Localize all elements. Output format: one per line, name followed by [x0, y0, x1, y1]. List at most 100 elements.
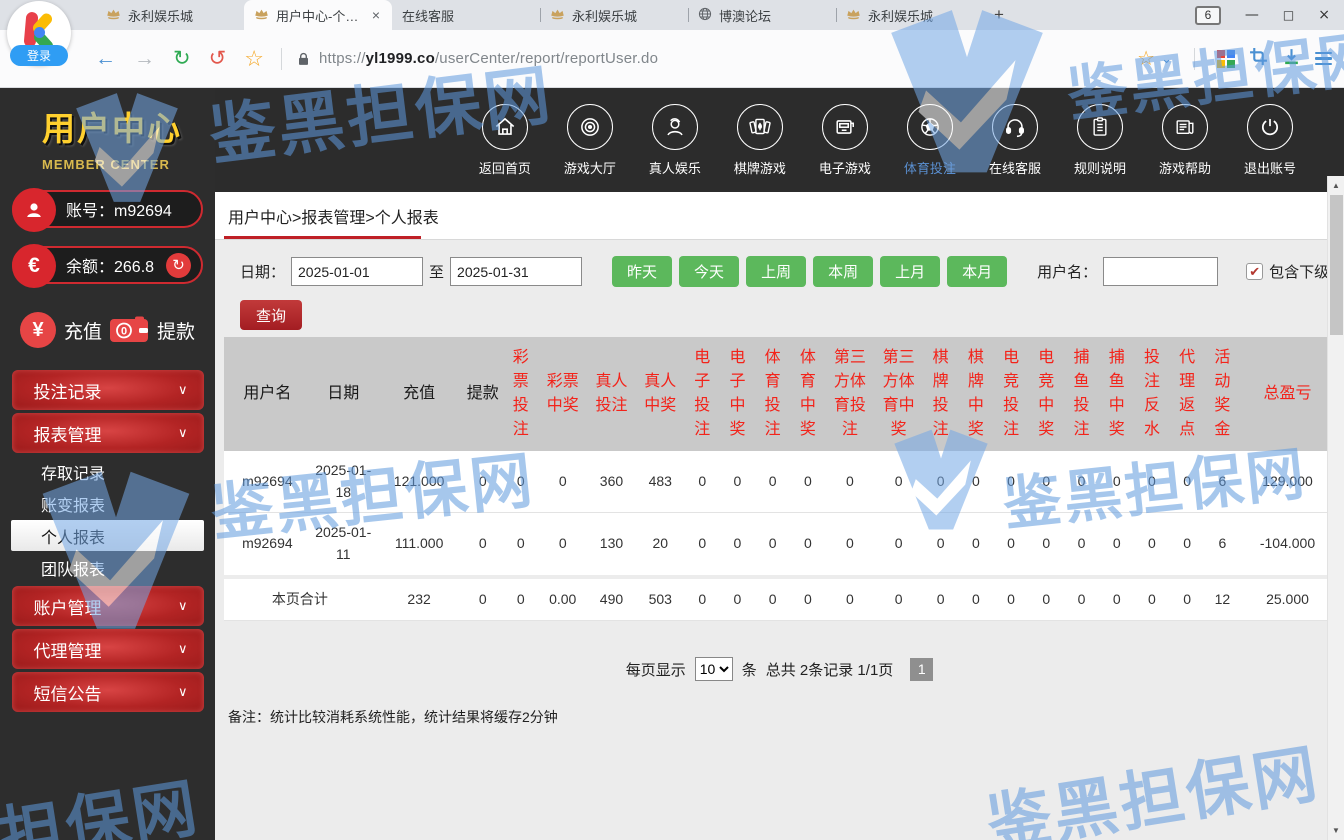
table-cell: 0 — [1099, 513, 1134, 577]
nav-item-help[interactable]: 游戏帮助 — [1159, 104, 1211, 177]
menu-hamburger-icon[interactable] — [1315, 52, 1332, 65]
summary-cell: 0 — [685, 577, 720, 621]
quick-range-button[interactable]: 今天 — [679, 256, 739, 287]
column-header: 充值 — [376, 337, 463, 451]
nav-item-rules[interactable]: 规则说明 — [1074, 104, 1126, 177]
sidebar-menu-2[interactable]: 报表管理∨ — [12, 413, 204, 453]
per-page-select[interactable]: 10 — [695, 657, 733, 681]
quick-range-button[interactable]: 上周 — [746, 256, 806, 287]
sidebar-submenu-item[interactable]: 团队报表 — [11, 552, 204, 583]
screenshot-crop-icon[interactable] — [1249, 47, 1268, 71]
quick-range-button[interactable]: 本月 — [947, 256, 1007, 287]
summary-cell: 0.00 — [538, 577, 587, 621]
per-page-unit: 条 — [742, 659, 757, 680]
table-cell: 0 — [1134, 513, 1169, 577]
nav-item-label: 电子游戏 — [819, 158, 871, 177]
top-navigation: 返回首页游戏大厅真人娱乐棋牌游戏 电子游戏 体育投注在线客服规则说明游戏帮助退出账号 — [215, 88, 1344, 192]
nav-item-live-casino[interactable]: 真人娱乐 — [649, 104, 701, 177]
minimize-button-icon[interactable]: — — [1245, 7, 1259, 23]
new-tab-button[interactable]: + — [984, 0, 1014, 30]
nav-item-card-games[interactable]: 棋牌游戏 — [734, 104, 786, 177]
browser-tab[interactable]: 在线客服 — [392, 0, 540, 30]
summary-cell: 0 — [1134, 577, 1169, 621]
table-cell: 0 — [685, 451, 720, 513]
nav-item-game-hall[interactable]: 游戏大厅 — [564, 104, 616, 177]
star-dropdown-icon[interactable]: ⌄ — [1161, 51, 1172, 67]
close-button-icon[interactable]: × — [1318, 7, 1330, 23]
quick-range-button[interactable]: 昨天 — [612, 256, 672, 287]
summary-cell: 0 — [993, 577, 1028, 621]
pagination: 每页显示 10 条 总共 2条记录 1/1页 1 — [215, 657, 1344, 681]
summary-cell: 0 — [874, 577, 923, 621]
table-cell: 0 — [874, 451, 923, 513]
summary-label: 本页合计 — [224, 577, 376, 621]
bookmark-star-icon[interactable]: ☆ — [244, 48, 264, 70]
nav-item-logout[interactable]: 退出账号 — [1244, 104, 1296, 177]
summary-cell: 0 — [720, 577, 755, 621]
date-to-input[interactable] — [450, 257, 582, 286]
page-scrollbar[interactable]: ▲ ▼ — [1327, 176, 1344, 840]
scrollbar-thumb[interactable] — [1330, 195, 1343, 335]
breadcrumb-underline — [224, 236, 421, 239]
sidebar-menu-8[interactable]: 代理管理∨ — [12, 629, 204, 669]
column-header: 日期 — [311, 337, 376, 451]
page-star-icon[interactable]: ☆ — [1137, 46, 1155, 71]
withdraw-button[interactable]: 0 提款 — [109, 315, 195, 345]
maximize-button-icon[interactable]: □ — [1283, 8, 1294, 22]
download-icon[interactable] — [1282, 47, 1301, 71]
table-cell: 6 — [1205, 513, 1240, 577]
browser-tab[interactable]: 永利娱乐城 — [96, 0, 244, 30]
scroll-up-icon[interactable]: ▲ — [1328, 176, 1344, 195]
username-input[interactable] — [1103, 257, 1218, 286]
sidebar-menu-9[interactable]: 短信公告 ∨ — [12, 672, 204, 712]
table-cell: 0 — [874, 513, 923, 577]
browser-tab[interactable]: 永利娱乐城 — [836, 0, 984, 30]
tab-label: 永利娱乐城 — [868, 6, 974, 25]
search-button[interactable]: 查询 — [240, 300, 302, 330]
column-header: 提款 — [462, 337, 503, 451]
date-from-input[interactable] — [291, 257, 423, 286]
quick-range-button[interactable]: 本周 — [813, 256, 873, 287]
sidebar-menu-1[interactable]: 投注记录∨ — [12, 370, 204, 410]
apps-grid-icon[interactable] — [1217, 50, 1235, 68]
undo-icon[interactable]: ↺ — [209, 48, 227, 69]
column-header: 电子中奖 — [720, 337, 755, 451]
sports-icon — [907, 104, 953, 150]
tab-close-icon[interactable]: × — [370, 7, 382, 23]
forward-icon[interactable]: → — [134, 48, 155, 69]
table-cell: 0 — [462, 451, 503, 513]
browser-tab[interactable]: 用户中心-个人总览× — [244, 0, 392, 30]
page-number-button[interactable]: 1 — [910, 658, 933, 681]
chevron-down-icon: ∨ — [178, 684, 188, 700]
include-sub-checkbox[interactable]: ✔ — [1246, 263, 1263, 280]
sidebar-menu-7[interactable]: 账户管理∨ — [12, 586, 204, 626]
url-text[interactable]: https://yl1999.co/userCenter/report/repo… — [319, 50, 658, 67]
table-cell: -104.000 — [1240, 513, 1335, 577]
browser-tab[interactable]: 博澳论坛 — [688, 0, 836, 30]
game-hall-icon — [567, 104, 613, 150]
nav-item-sports[interactable]: 体育投注 — [904, 104, 956, 177]
table-cell: 0 — [826, 513, 875, 577]
sidebar-submenu-item[interactable]: 个人报表 — [11, 520, 204, 551]
refresh-icon[interactable]: ↻ — [173, 48, 191, 69]
nav-item-slots[interactable]: 电子游戏 — [819, 104, 871, 177]
scroll-down-icon[interactable]: ▼ — [1328, 821, 1344, 840]
sidebar-menu-label: 代理管理 — [34, 637, 102, 662]
browser-tab[interactable]: 永利娱乐城 — [540, 0, 688, 30]
sidebar-submenu-item[interactable]: 账变报表 — [11, 488, 204, 519]
crown-favicon-icon — [106, 8, 121, 23]
recharge-button[interactable]: ¥ 充值 — [20, 312, 102, 348]
nav-item-home[interactable]: 返回首页 — [479, 104, 531, 177]
table-cell: 0 — [993, 513, 1028, 577]
back-icon[interactable]: ← — [95, 48, 116, 69]
browser-login-button[interactable]: 登录 — [10, 45, 68, 66]
summary-cell: 0 — [1064, 577, 1099, 621]
sidebar-submenu-item[interactable]: 存取记录 — [11, 456, 204, 487]
nav-item-customer-service[interactable]: 在线客服 — [989, 104, 1041, 177]
refresh-balance-icon[interactable]: ↻ — [166, 253, 191, 278]
live-casino-icon — [652, 104, 698, 150]
quick-range-button[interactable]: 上月 — [880, 256, 940, 287]
tab-count-badge[interactable]: 6 — [1195, 6, 1221, 25]
nav-item-label: 棋牌游戏 — [734, 158, 786, 177]
sidebar-menu-label: 短信公告 — [34, 680, 102, 705]
